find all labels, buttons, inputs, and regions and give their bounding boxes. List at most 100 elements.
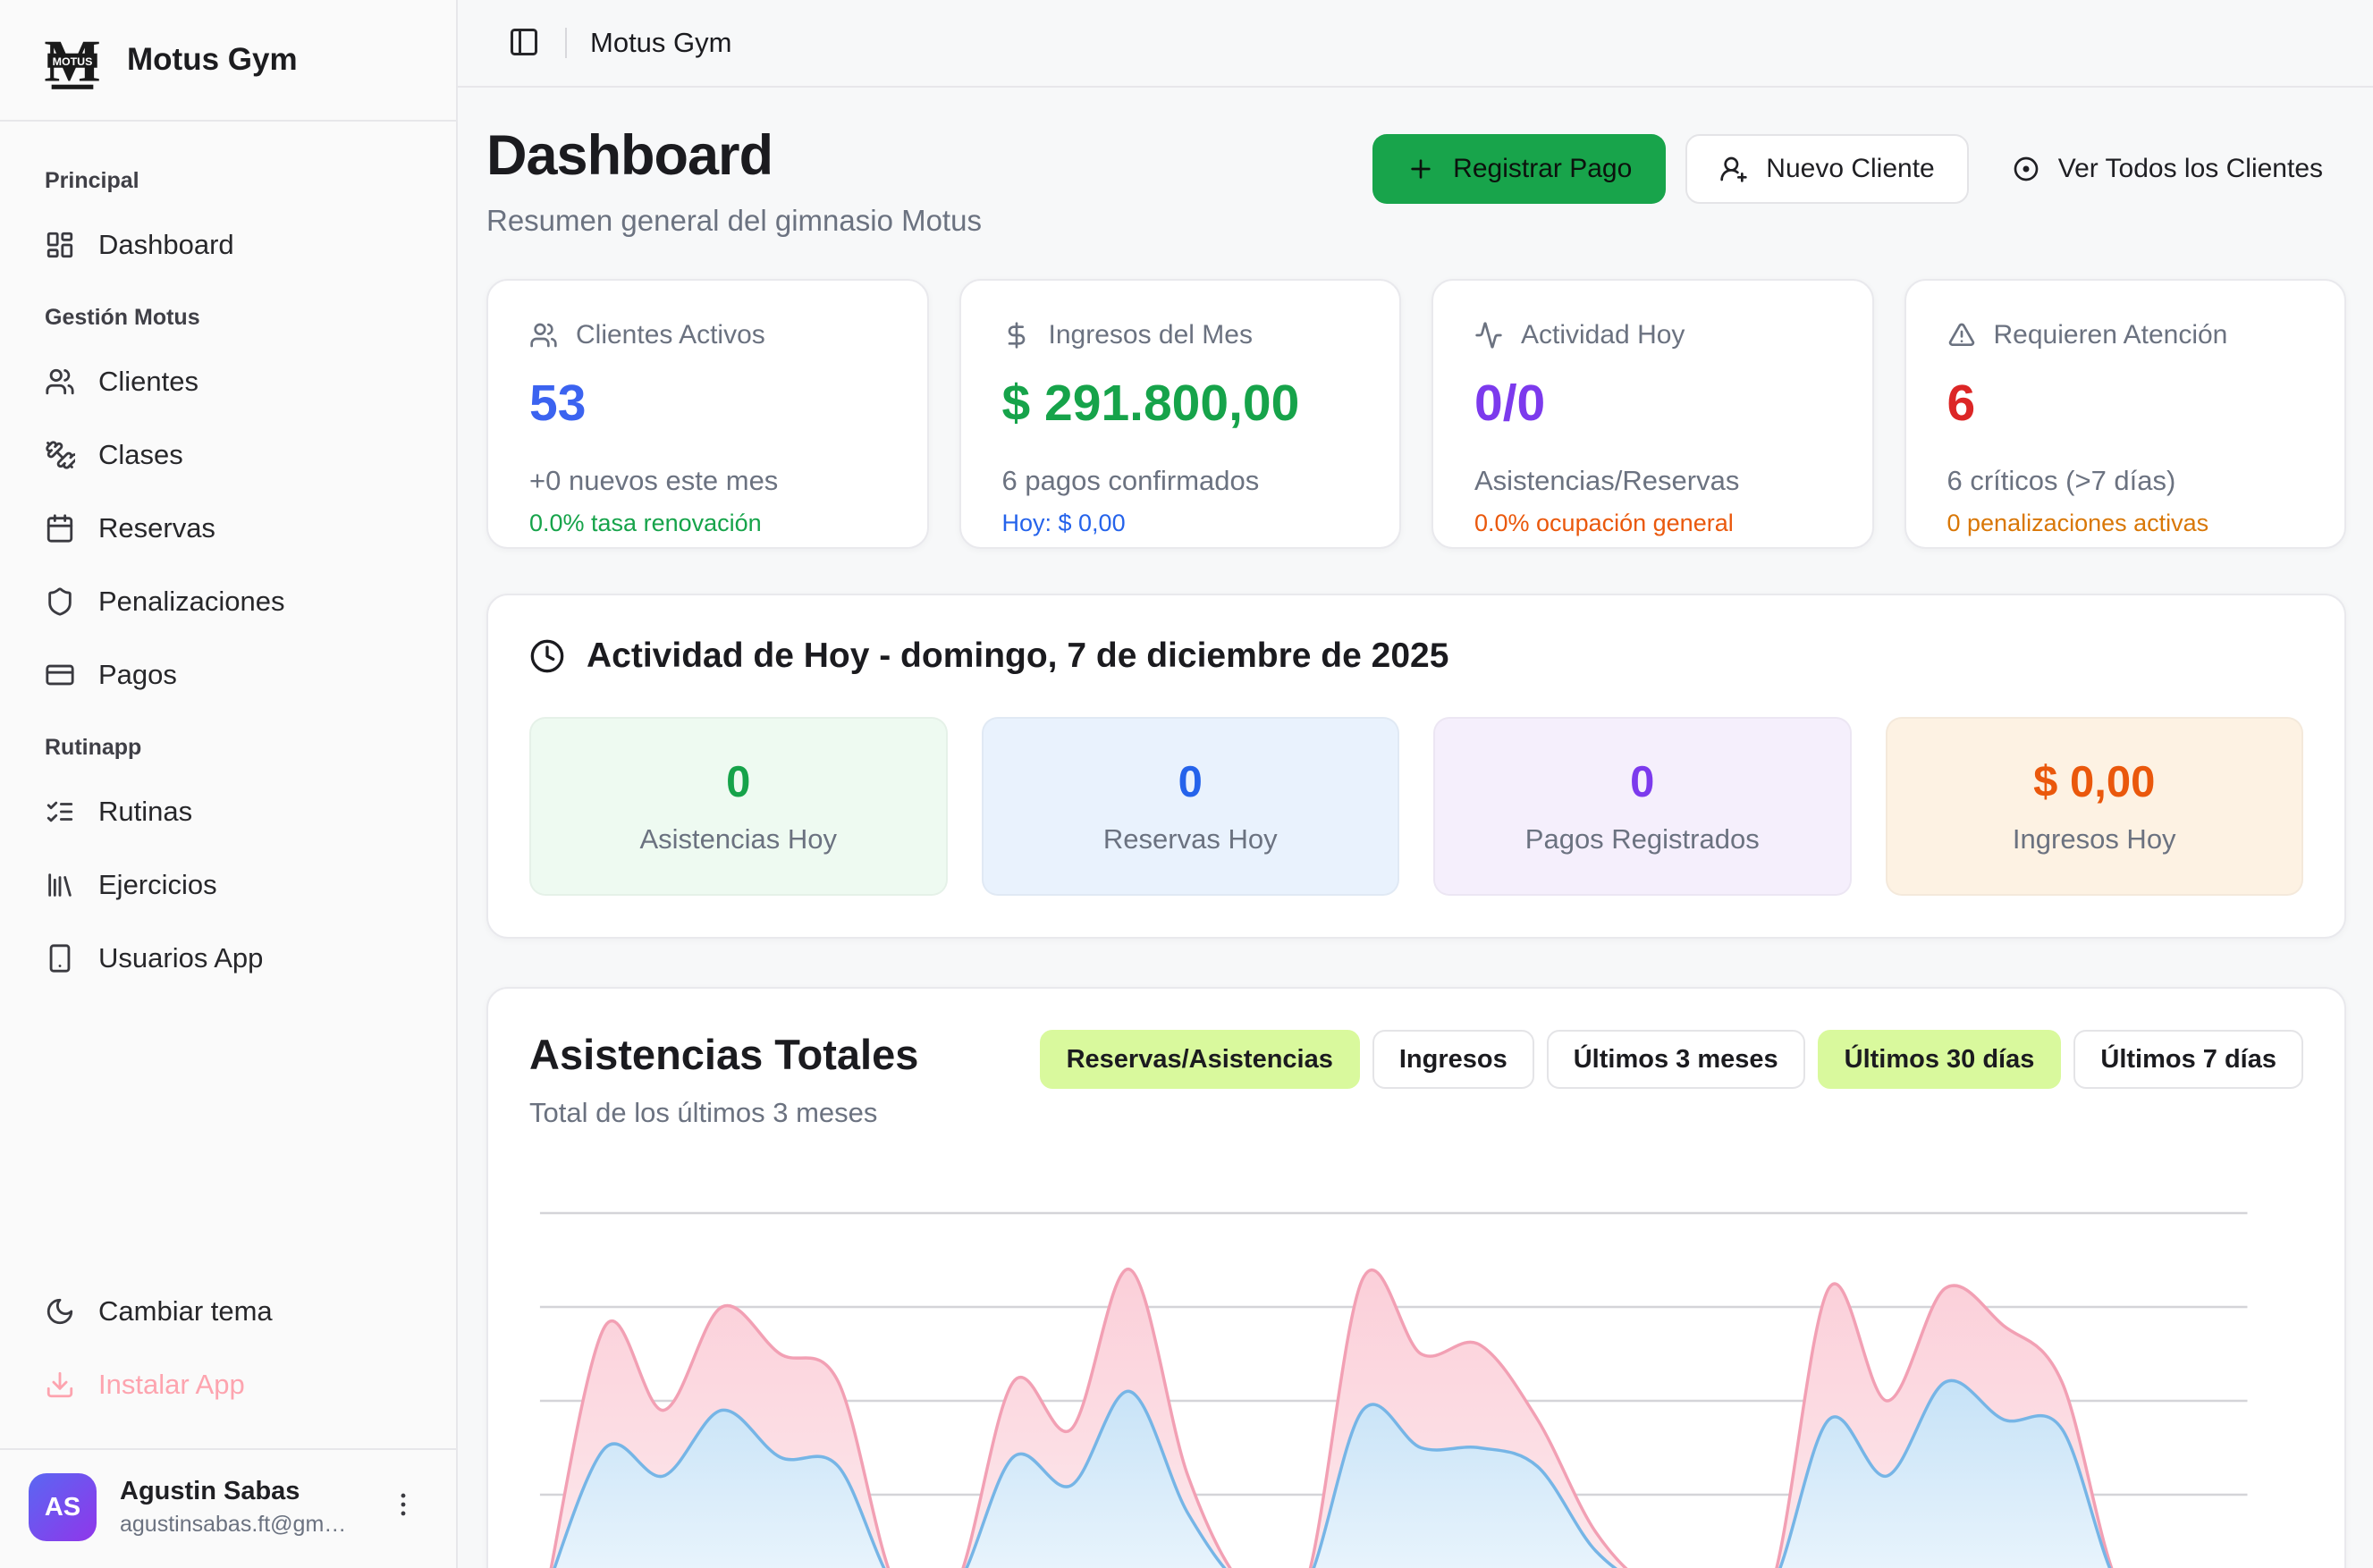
- tile-value: 0: [726, 757, 750, 807]
- sidebar-item-dashboard[interactable]: Dashboard: [21, 208, 435, 282]
- sidebar-logo: M MOTUS Motus Gym: [0, 0, 456, 122]
- tile-pagos-registrados: 0 Pagos Registrados: [1433, 717, 1852, 896]
- sidebar-item-reservas[interactable]: Reservas: [21, 492, 435, 565]
- tile-reservas-hoy: 0 Reservas Hoy: [982, 717, 1400, 896]
- section-label-rutinapp: Rutinapp: [21, 712, 435, 775]
- sidebar-item-label: Rutinas: [98, 796, 192, 828]
- app-root: M MOTUS Motus Gym Principal Dashboard Ge…: [0, 0, 2373, 1568]
- clock-icon: [529, 638, 565, 674]
- sidebar-item-label: Clases: [98, 439, 183, 471]
- alert-triangle-icon: [1947, 321, 1976, 350]
- new-client-button[interactable]: Nuevo Cliente: [1685, 134, 1968, 204]
- filter-ultimos-7-dias[interactable]: Últimos 7 días: [2073, 1030, 2303, 1089]
- stat-label: Actividad Hoy: [1521, 320, 1685, 350]
- page-head: Dashboard Resumen general del gimnasio M…: [486, 123, 2346, 238]
- stat-card-actividad-hoy: Actividad Hoy 0/0 Asistencias/Reservas 0…: [1431, 279, 1874, 549]
- tile-value: 0: [1630, 757, 1654, 807]
- sidebar-item-label: Reservas: [98, 512, 215, 544]
- main-area: Motus Gym Dashboard Resumen general del …: [458, 0, 2373, 1568]
- today-activity-header: Actividad de Hoy - domingo, 7 de diciemb…: [529, 636, 2303, 676]
- sidebar-item-usuarios-app[interactable]: Usuarios App: [21, 922, 435, 995]
- motus-logo-icon: M MOTUS: [41, 28, 104, 92]
- user-profile[interactable]: AS Agustin Sabas agustinsabas.ft@gm…: [0, 1448, 456, 1568]
- stat-cards: Clientes Activos 53 +0 nuevos este mes 0…: [486, 279, 2346, 549]
- user-email: agustinsabas.ft@gm…: [120, 1512, 365, 1538]
- stat-label: Requieren Atención: [1994, 320, 2228, 350]
- sidebar-item-penalizaciones[interactable]: Penalizaciones: [21, 565, 435, 638]
- user-menu-button[interactable]: [388, 1489, 424, 1525]
- sidebar-item-rutinas[interactable]: Rutinas: [21, 775, 435, 848]
- stat-value: $ 291.800,00: [1002, 374, 1359, 433]
- page-title: Dashboard: [486, 123, 982, 188]
- tile-label: Ingresos Hoy: [2013, 823, 2176, 856]
- sidebar-item-label: Clientes: [98, 366, 198, 398]
- tile-label: Asistencias Hoy: [639, 823, 837, 856]
- credit-card-icon: [45, 660, 75, 690]
- user-name: Agustin Sabas: [120, 1477, 365, 1506]
- sidebar-item-pagos[interactable]: Pagos: [21, 638, 435, 712]
- stat-sub2: 0 penalizaciones activas: [1947, 510, 2304, 537]
- dollar-sign-icon: [1002, 321, 1031, 350]
- app-title: Motus Gym: [127, 42, 298, 78]
- stat-card-header: Clientes Activos: [529, 320, 886, 350]
- install-app-label: Instalar App: [98, 1369, 245, 1401]
- stat-value: 53: [529, 374, 886, 433]
- filter-reservas-asistencias[interactable]: Reservas/Asistencias: [1040, 1030, 1360, 1089]
- stat-card-header: Actividad Hoy: [1474, 320, 1831, 350]
- page-actions: Registrar Pago Nuevo Cliente Ver Todos l…: [1372, 134, 2346, 204]
- install-app-button[interactable]: Instalar App: [21, 1348, 435, 1421]
- calendar-icon: [45, 513, 75, 544]
- chart-title: Asistencias Totales: [529, 1030, 918, 1079]
- panel-left-icon: [508, 26, 540, 58]
- eye-icon: [2012, 155, 2040, 183]
- user-plus-icon: [1719, 155, 1748, 183]
- stat-sub2: Hoy: $ 0,00: [1002, 510, 1359, 537]
- filter-ultimos-30-dias[interactable]: Últimos 30 días: [1818, 1030, 2062, 1089]
- sidebar-toggle-button[interactable]: [508, 26, 542, 60]
- section-label-gestion: Gestión Motus: [21, 282, 435, 345]
- sidebar-item-clientes[interactable]: Clientes: [21, 345, 435, 418]
- page-head-text: Dashboard Resumen general del gimnasio M…: [486, 123, 982, 238]
- chart-header: Asistencias Totales Total de los últimos…: [529, 1030, 2303, 1129]
- page-subtitle: Resumen general del gimnasio Motus: [486, 204, 982, 238]
- user-meta: Agustin Sabas agustinsabas.ft@gm…: [120, 1477, 365, 1538]
- theme-toggle-label: Cambiar tema: [98, 1295, 273, 1328]
- section-label-principal: Principal: [21, 145, 435, 208]
- stat-label: Clientes Activos: [576, 320, 765, 350]
- users-icon: [529, 321, 558, 350]
- sidebar-item-label: Dashboard: [98, 229, 234, 261]
- download-icon: [45, 1370, 75, 1400]
- sidebar-item-clases[interactable]: Clases: [21, 418, 435, 492]
- sidebar-item-label: Ejercicios: [98, 869, 217, 901]
- today-activity-title: Actividad de Hoy - domingo, 7 de diciemb…: [587, 636, 1448, 676]
- stat-sub2: 0.0% tasa renovación: [529, 510, 886, 537]
- register-payment-button[interactable]: Registrar Pago: [1372, 134, 1666, 204]
- filter-ingresos[interactable]: Ingresos: [1372, 1030, 1534, 1089]
- attendance-chart-card: Asistencias Totales Total de los últimos…: [486, 987, 2346, 1568]
- tile-ingresos-hoy: $ 0,00 Ingresos Hoy: [1886, 717, 2304, 896]
- attendance-chart: [529, 1159, 2303, 1568]
- filter-ultimos-3-meses[interactable]: Últimos 3 meses: [1547, 1030, 1805, 1089]
- topbar: Motus Gym: [458, 0, 2373, 88]
- tile-asistencias-hoy: 0 Asistencias Hoy: [529, 717, 948, 896]
- sidebar-nav: Principal Dashboard Gestión Motus Client…: [0, 122, 456, 1275]
- stat-sub1: 6 pagos confirmados: [1002, 465, 1359, 497]
- sidebar-item-label: Usuarios App: [98, 942, 263, 974]
- breadcrumb-divider: [565, 28, 567, 58]
- sidebar-item-ejercicios[interactable]: Ejercicios: [21, 848, 435, 922]
- stat-card-ingresos-mes: Ingresos del Mes $ 291.800,00 6 pagos co…: [959, 279, 1402, 549]
- sidebar-footer: Cambiar tema Instalar App: [0, 1275, 456, 1448]
- view-all-clients-button[interactable]: Ver Todos los Clientes: [1989, 134, 2346, 204]
- sidebar-item-label: Penalizaciones: [98, 586, 285, 618]
- stat-value: 0/0: [1474, 374, 1831, 433]
- today-activity-card: Actividad de Hoy - domingo, 7 de diciemb…: [486, 594, 2346, 939]
- smartphone-icon: [45, 943, 75, 974]
- list-checks-icon: [45, 797, 75, 827]
- activity-icon: [1474, 321, 1503, 350]
- tile-label: Pagos Registrados: [1525, 823, 1760, 856]
- theme-toggle-button[interactable]: Cambiar tema: [21, 1275, 435, 1348]
- users-icon: [45, 367, 75, 397]
- today-tiles: 0 Asistencias Hoy 0 Reservas Hoy 0 Pagos…: [529, 717, 2303, 896]
- stat-sub1: 6 críticos (>7 días): [1947, 465, 2304, 497]
- tile-value: $ 0,00: [2033, 757, 2155, 807]
